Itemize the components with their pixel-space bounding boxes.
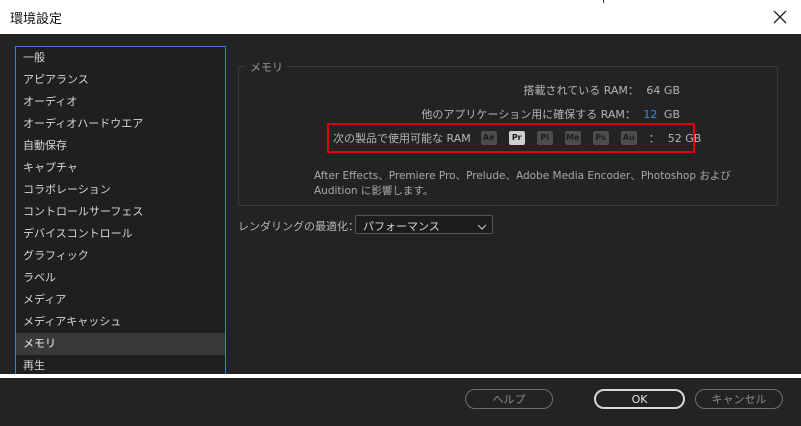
sidebar-item-graphics[interactable]: グラフィック — [16, 245, 225, 267]
render-optimize-value: パフォーマンス — [363, 220, 440, 233]
available-ram-row: 次の製品で使用可能な RAM Ae Pr Pl Me Ps Au ： 52 GB — [333, 131, 701, 145]
reserved-ram-label: 他のアプリケーション用に確保する RAM： — [421, 108, 636, 121]
sidebar-item-control-surface[interactable]: コントロールサーフェス — [16, 201, 225, 223]
sidebar-item-memory[interactable]: メモリ — [16, 333, 225, 355]
sidebar-item-media-cache[interactable]: メディアキャッシュ — [16, 311, 225, 333]
available-ram-value: 52 GB — [667, 131, 702, 145]
media-encoder-icon: Me — [564, 131, 581, 145]
sidebar-item-collaboration[interactable]: コラボレーション — [16, 179, 225, 201]
chevron-down-icon — [477, 218, 487, 230]
title-bar-mark — [603, 0, 604, 3]
prelude-icon: Pl — [536, 131, 553, 145]
reserved-ram-row: 他のアプリケーション用に確保する RAM： 12 GB — [421, 106, 680, 122]
sidebar-item-media[interactable]: メディア — [16, 289, 225, 311]
installed-ram-label: 搭載されている RAM： — [523, 84, 639, 97]
memory-group-legend: メモリ — [246, 59, 287, 75]
installed-ram-value: 64 GB — [646, 84, 680, 97]
sidebar-item-capture[interactable]: キャプチャ — [16, 157, 225, 179]
sidebar-item-auto-save[interactable]: 自動保存 — [16, 135, 225, 157]
photoshop-icon: Ps — [592, 131, 609, 145]
sidebar-item-audio-hardware[interactable]: オーディオハードウエア — [16, 113, 225, 135]
ok-button[interactable]: OK — [594, 389, 685, 409]
available-ram-separator: ： — [648, 132, 660, 145]
render-optimize-select[interactable]: パフォーマンス — [355, 215, 493, 234]
dialog-footer: ヘルプ OK キャンセル — [0, 378, 801, 426]
preferences-content: 一般 アピアランス オーディオ オーディオハードウエア 自動保存 キャプチャ コ… — [0, 34, 801, 375]
installed-ram-row: 搭載されている RAM： 64 GB — [524, 82, 680, 98]
after-effects-icon: Ae — [480, 131, 497, 145]
sidebar-item-audio[interactable]: オーディオ — [16, 91, 225, 113]
sidebar-item-device-control[interactable]: デバイスコントロール — [16, 223, 225, 245]
affected-apps-note: After Effects、Premiere Pro、Prelude、Adobe… — [314, 170, 731, 197]
sidebar-item-playback[interactable]: 再生 — [16, 355, 225, 375]
reserved-ram-value[interactable]: 12 — [643, 108, 657, 121]
window-title: 環境設定 — [10, 12, 63, 27]
title-bar: 環境設定 — [0, 0, 801, 35]
close-icon[interactable] — [767, 4, 793, 30]
render-optimize-label: レンダリングの最適化： — [238, 220, 359, 233]
help-button[interactable]: ヘルプ — [465, 389, 553, 409]
premiere-pro-icon: Pr — [508, 131, 525, 145]
sidebar-item-labels[interactable]: ラベル — [16, 267, 225, 289]
reserved-ram-unit: GB — [663, 108, 680, 121]
preferences-sidebar[interactable]: 一般 アピアランス オーディオ オーディオハードウエア 自動保存 キャプチャ コ… — [15, 46, 226, 375]
cancel-button[interactable]: キャンセル — [695, 389, 783, 409]
available-ram-label: 次の製品で使用可能な RAM — [333, 132, 471, 145]
audition-icon: Au — [620, 131, 637, 145]
sidebar-item-general[interactable]: 一般 — [16, 47, 225, 69]
sidebar-item-appearance[interactable]: アピアランス — [16, 69, 225, 91]
